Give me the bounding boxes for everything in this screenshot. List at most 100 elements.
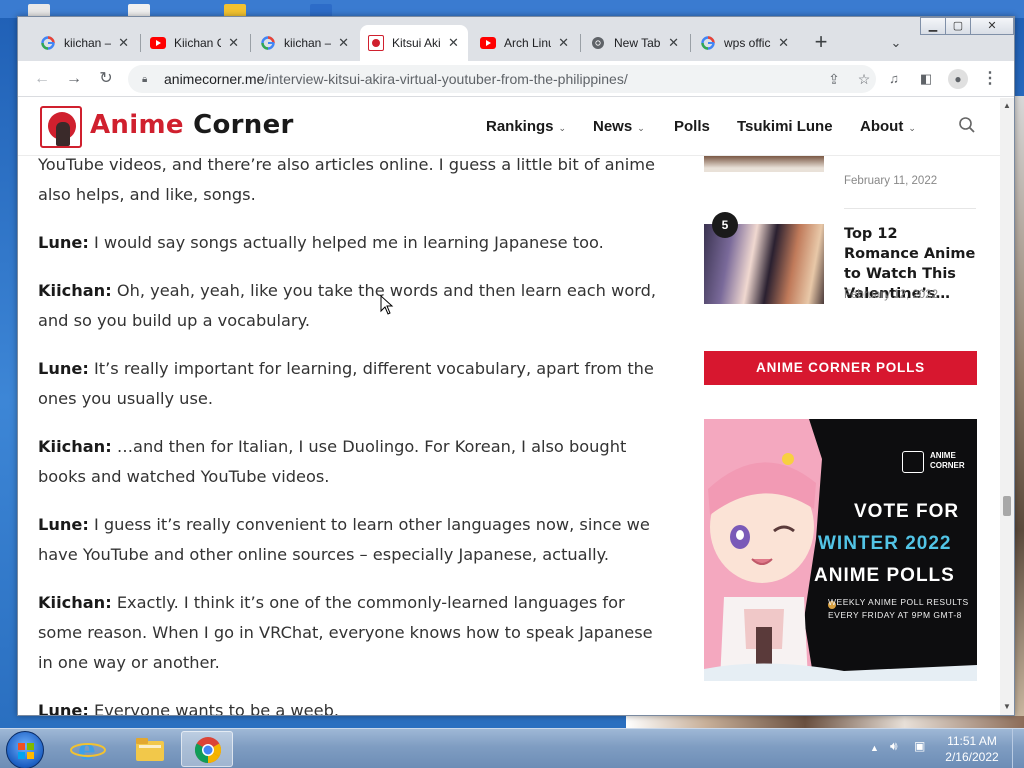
nav-news[interactable]: News ⌄ [593,118,645,135]
chrome-window: kiichan – Google Search ✕ Kiichan Ch. – … [17,16,1015,716]
background-window-strip [626,716,1024,728]
profile-avatar-icon[interactable]: ● [946,67,970,91]
media-control-icon[interactable]: ♫ [882,67,906,91]
clock-date: 2/16/2022 [945,750,999,764]
google-g-icon [260,35,276,51]
tab-3-active[interactable]: Kitsui Akira ✕ [360,25,468,61]
mouse-cursor-icon [380,295,394,315]
paragraph-text: I would say songs actually helped me in … [88,233,604,252]
paragraph-text: It’s really important for learning, diff… [38,359,654,408]
banner-subtext-1: WEEKLY ANIME POLL RESULTS [828,597,969,607]
anime-corner-icon [368,35,384,51]
logo-word-corner: Corner [183,110,294,140]
article-paragraph: Kiichan: Oh, yeah, yeah, like you take t… [38,276,658,336]
tray-show-hidden-icon[interactable]: ▲ [870,743,879,753]
url-text: animecorner.me/interview-kitsui-akira-vi… [164,71,628,87]
tab-6[interactable]: wps office – Google Search ✕ [692,26,798,60]
nav-rankings[interactable]: Rankings ⌄ [486,118,566,135]
tab-title: Kitsui Akira [392,36,441,50]
banner-subtext-2: EVERY FRIDAY AT 9PM GMT-8 [828,610,962,620]
logo-figure [56,122,70,146]
tab-bar: kiichan – Google Search ✕ Kiichan Ch. – … [18,17,1014,61]
nav-about[interactable]: About ⌄ [860,118,916,135]
close-window-button[interactable]: ✕ [970,17,1014,35]
paragraph-text: YouTube videos, and there’re also articl… [38,156,656,204]
address-bar[interactable]: 🔒︎ animecorner.me/interview-kitsui-akira… [128,65,876,93]
svg-text:e: e [78,733,96,766]
speaker-name: Kiichan: [38,593,112,612]
close-icon[interactable]: ✕ [337,35,350,51]
paragraph-text: …and then for Italian, I use Duolingo. F… [38,437,627,486]
background-window-edge [1014,96,1024,716]
page-viewport: Anime Corner Rankings ⌄ News ⌄ Polls Tsuki… [18,98,1000,716]
side-panel-icon[interactable]: ◧ [914,67,938,91]
search-icon[interactable] [958,116,978,136]
tab-search-chevron-icon[interactable]: ⌄ [884,31,908,55]
network-icon[interactable]: ▣ [914,739,925,753]
windows-logo-icon [18,743,34,759]
tab-separator [250,34,251,52]
chevron-down-icon: ⌄ [637,123,645,133]
close-icon[interactable]: ✕ [447,35,460,51]
trending-item-5[interactable]: 5 Top 12 Romance Anime to Watch This Val… [704,212,978,324]
tab-separator [690,34,691,52]
scroll-down-arrow-icon[interactable]: ▼ [1003,702,1011,711]
url-domain: animecorner.me [164,71,265,87]
share-icon[interactable]: ⇪ [824,69,844,89]
start-button[interactable] [6,731,44,768]
close-icon[interactable]: ✕ [667,35,680,51]
banner-headline-3: ANIME POLLS [814,565,955,586]
article-paragraph: Lune: I guess it’s really convenient to … [38,510,658,570]
youtube-icon [150,35,166,51]
site-logo-text[interactable]: Anime Corner [90,110,294,140]
article-body: YouTube videos, and there’re also articl… [38,156,658,716]
anime-corner-logo-icon[interactable] [40,106,82,148]
new-tab-button[interactable]: + [809,31,833,55]
kebab-menu-icon[interactable]: ⋮ [978,67,1002,91]
tab-0[interactable]: kiichan – Google Search ✕ [32,26,138,60]
scroll-up-arrow-icon[interactable]: ▲ [1003,101,1011,110]
chrome-taskbar-icon[interactable] [181,731,233,767]
article-paragraph: Lune: It’s really important for learning… [38,354,658,414]
chevron-down-icon: ⌄ [558,123,567,133]
close-icon[interactable]: ✕ [117,35,130,51]
back-arrow-icon[interactable]: ← [30,67,54,91]
trending-date: February 12, 2022 [844,289,938,301]
anime-corner-polls-button[interactable]: ANIME CORNER POLLS [704,351,977,385]
system-clock[interactable]: 11:51 AM 2/16/2022 [940,733,1004,765]
winter-polls-banner[interactable]: ANIME CORNER VOTE FOR WINTER 2022 ANIME … [704,419,977,681]
nav-tsukimi-lune[interactable]: Tsukimi Lune [737,118,833,135]
speaker-name: Lune: [38,515,89,534]
article-paragraph: Lune: Everyone wants to be a weeb. [38,696,658,716]
tab-2[interactable]: kiichan – Google Search ✕ [252,26,358,60]
page-scrollbar[interactable]: ▲ ▼ [1000,98,1014,715]
tab-1[interactable]: Kiichan Ch. – YouTube ✕ [142,26,248,60]
close-icon[interactable]: ✕ [777,35,790,51]
paragraph-text: Everyone wants to be a weeb. [88,701,340,716]
maximize-button[interactable]: ▢ [945,17,971,35]
nav-label: About [860,118,904,135]
reload-icon[interactable]: ↻ [94,67,118,91]
tab-5[interactable]: New Tab ✕ [582,26,688,60]
speaker-name: Kiichan: [38,281,112,300]
anime-corner-logo-icon [902,451,924,473]
scrollbar-thumb[interactable] [1003,496,1011,516]
close-icon[interactable]: ✕ [557,35,570,51]
paragraph-text: I guess it’s really convenient to learn … [38,515,650,564]
tab-title: Kiichan Ch. – YouTube [174,36,221,50]
internet-explorer-taskbar-icon[interactable]: e [62,731,114,767]
file-explorer-taskbar-icon[interactable] [124,731,176,767]
show-desktop-button[interactable] [1012,729,1024,768]
tab-4[interactable]: Arch Linux – YouTube ✕ [472,26,578,60]
bookmark-star-icon[interactable]: ☆ [854,69,874,89]
forward-arrow-icon[interactable]: → [62,67,86,91]
paragraph-text: Oh, yeah, yeah, like you take the words … [38,281,657,330]
windows-taskbar: e ▲ 🔊︎ ▣ 11:51 AM 2/16/2022 [0,728,1024,768]
tab-title: kiichan – Google Search [284,36,332,50]
article-paragraph: Lune: I would say songs actually helped … [38,228,658,258]
close-icon[interactable]: ✕ [227,35,240,51]
minimize-button[interactable]: ▁ [920,17,946,35]
nav-polls[interactable]: Polls [674,118,710,135]
volume-icon[interactable]: 🔊︎ [890,739,898,754]
speaker-name: Lune: [38,359,89,378]
